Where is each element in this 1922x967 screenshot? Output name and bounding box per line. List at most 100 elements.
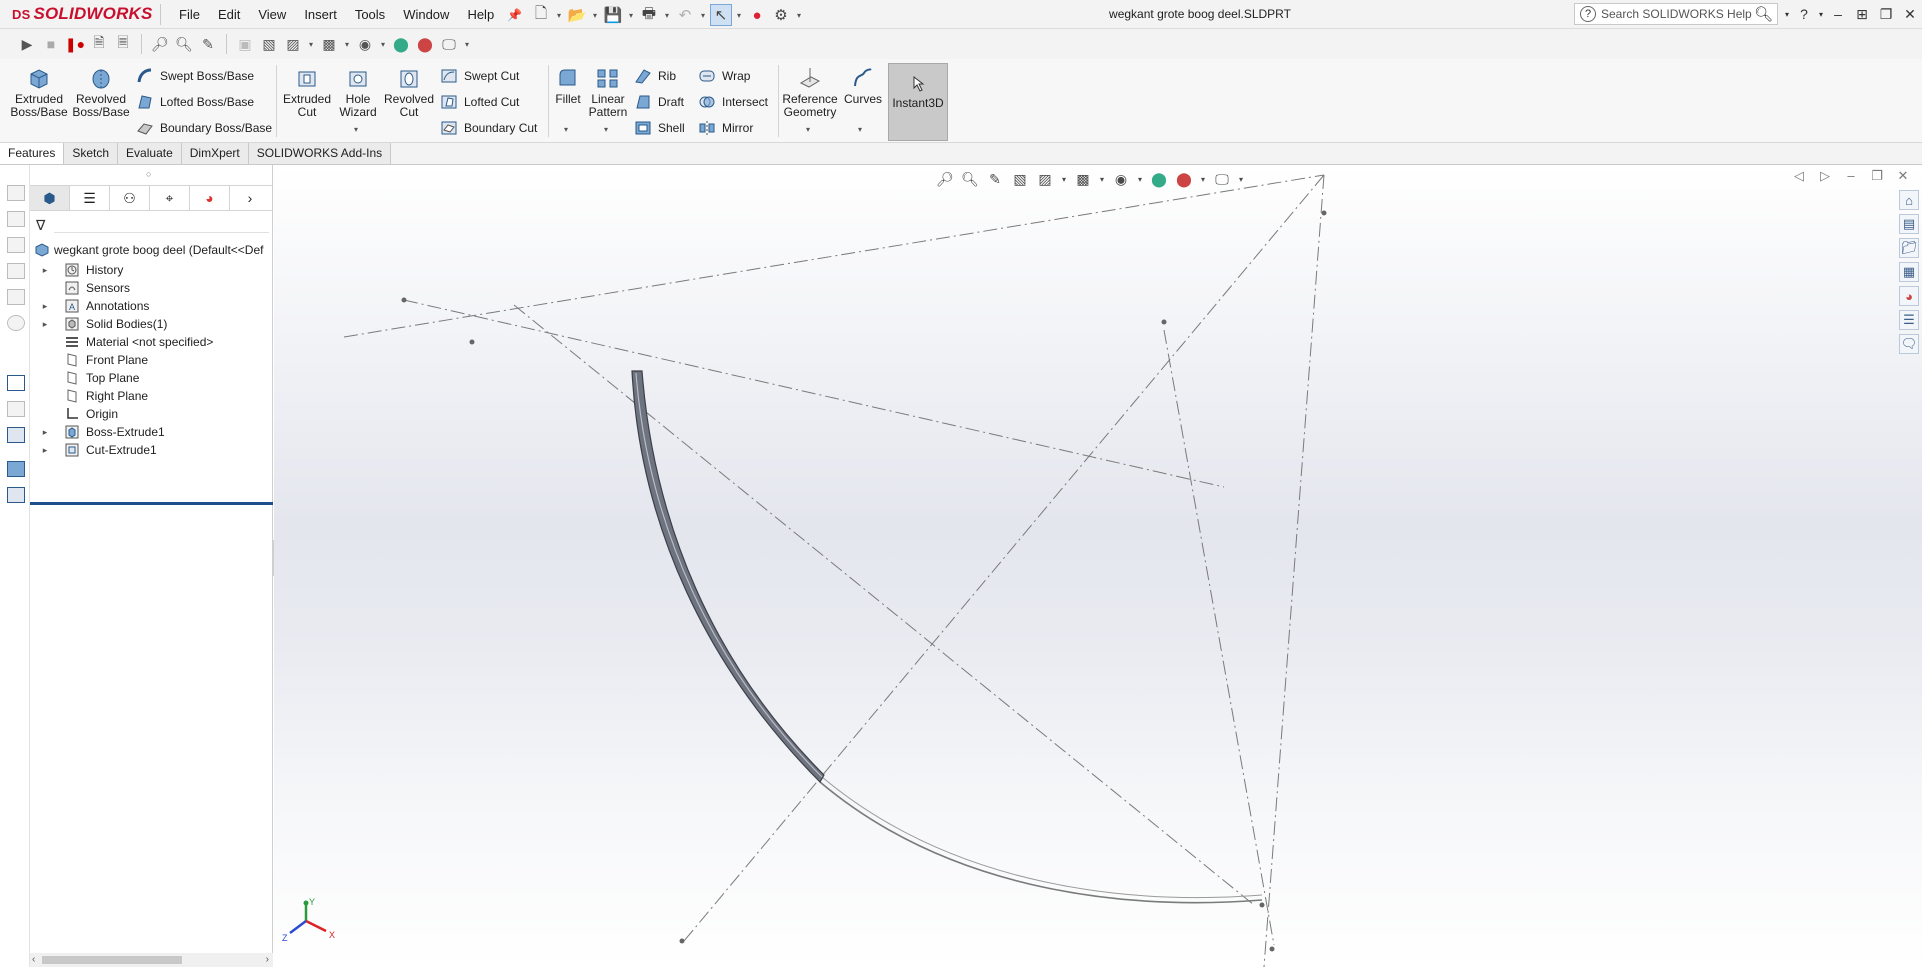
- new-document-icon[interactable]: 🗋: [530, 4, 552, 26]
- search-dropdown-icon[interactable]: ▾: [1782, 10, 1792, 19]
- display-style-dropdown-icon[interactable]: ▾: [1097, 169, 1107, 189]
- tree-item-cut-extrude1[interactable]: ▸ Cut-Extrude1: [38, 439, 157, 461]
- options-gear-icon[interactable]: ⚙: [770, 4, 792, 26]
- tree-root-part[interactable]: wegkant grote boog deel (Default<<Def: [34, 241, 263, 259]
- reference-geometry-button[interactable]: Reference Geometry: [782, 65, 838, 119]
- scroll-left-icon[interactable]: ‹: [32, 953, 35, 967]
- section-view-icon[interactable]: ▧: [1009, 169, 1031, 189]
- help-search-box[interactable]: ? Search SOLIDWORKS Help 🔍︎: [1574, 3, 1778, 25]
- scrollbar-thumb[interactable]: [42, 956, 182, 964]
- collapse-left-icon[interactable]: ◁: [1790, 168, 1808, 184]
- display-style-icon[interactable]: ▩: [318, 33, 340, 55]
- menu-file[interactable]: File: [170, 0, 209, 29]
- minimize-icon[interactable]: –: [1826, 6, 1850, 22]
- swept-boss-base-button[interactable]: Swept Boss/Base: [136, 66, 254, 86]
- view-orientation-dropdown-icon[interactable]: ▾: [306, 40, 316, 49]
- collapse-right-icon[interactable]: ▷: [1816, 168, 1834, 184]
- view-orientation-dropdown-icon[interactable]: ▾: [1059, 169, 1069, 189]
- previous-view-icon[interactable]: ✎: [984, 169, 1006, 189]
- solidworks-resources-icon[interactable]: ⌂: [1899, 190, 1919, 210]
- extruded-cut-button[interactable]: Extruded Cut: [280, 65, 334, 119]
- apply-scene-icon[interactable]: ⬤: [414, 33, 436, 55]
- rollback-bar[interactable]: [30, 502, 273, 505]
- menu-tools[interactable]: Tools: [346, 0, 394, 29]
- tab-features[interactable]: Features: [0, 143, 65, 164]
- display-manager-icon[interactable]: ◕: [190, 186, 230, 210]
- expand-arrow-icon[interactable]: ▸: [38, 319, 52, 330]
- feature-manager-tree-icon[interactable]: ⬢: [30, 186, 70, 210]
- viewport-close-icon[interactable]: ✕: [1894, 168, 1912, 184]
- boundary-boss-base-button[interactable]: Boundary Boss/Base: [136, 118, 272, 138]
- select-cursor-icon[interactable]: ↖: [710, 4, 732, 26]
- restore-icon[interactable]: ❐: [1874, 6, 1898, 23]
- reference-geometry-dropdown-icon[interactable]: ▾: [806, 125, 810, 134]
- custom-properties-icon[interactable]: ☰: [1899, 310, 1919, 330]
- expand-arrow-icon[interactable]: ▸: [38, 427, 52, 438]
- pause-record-icon[interactable]: ❚●: [64, 33, 86, 55]
- macro-edit-icon[interactable]: 🗎: [88, 33, 110, 55]
- new-dropdown-icon[interactable]: ▾: [554, 11, 564, 20]
- tab-dimxpert[interactable]: DimXpert: [181, 143, 249, 164]
- hole-wizard-button[interactable]: Hole Wizard: [334, 65, 382, 119]
- help-dropdown-icon[interactable]: ▾: [1816, 10, 1826, 19]
- configuration-manager-icon[interactable]: ⚇: [110, 186, 150, 210]
- macro-new-icon[interactable]: 🗏: [112, 33, 134, 55]
- tile-windows-icon[interactable]: ⊞: [1850, 6, 1874, 23]
- strip-curve-icon[interactable]: [7, 375, 25, 391]
- options-dropdown-icon[interactable]: ▾: [794, 11, 804, 20]
- strip-cube-cut-icon[interactable]: [7, 487, 25, 503]
- view-settings-icon[interactable]: 🖵: [1211, 169, 1233, 189]
- apply-scene-icon[interactable]: ⬤: [1173, 169, 1195, 189]
- strip-edit-icon[interactable]: [7, 401, 25, 417]
- revolved-cut-button[interactable]: Revolved Cut: [382, 65, 436, 119]
- tab-evaluate[interactable]: Evaluate: [118, 143, 182, 164]
- instant3d-button[interactable]: Instant3D: [888, 63, 948, 141]
- curves-dropdown-icon[interactable]: ▾: [858, 125, 862, 134]
- property-manager-icon[interactable]: ☰: [70, 186, 110, 210]
- strip-monitor-icon[interactable]: [7, 427, 25, 443]
- menu-help[interactable]: Help: [458, 0, 503, 29]
- swept-cut-button[interactable]: Swept Cut: [440, 66, 519, 86]
- hide-show-items-icon[interactable]: ◉: [354, 33, 376, 55]
- display-style-icon[interactable]: ▩: [1072, 169, 1094, 189]
- open-folder-icon[interactable]: 📂: [566, 4, 588, 26]
- hole-wizard-dropdown-icon[interactable]: ▾: [354, 125, 358, 134]
- menu-view[interactable]: View: [249, 0, 295, 29]
- section-view-icon[interactable]: ▣: [234, 33, 256, 55]
- view-settings-icon[interactable]: 🖵: [438, 33, 460, 55]
- edit-appearance-icon[interactable]: ⬤: [390, 33, 412, 55]
- viewport-minimize-icon[interactable]: –: [1842, 168, 1860, 184]
- extruded-boss-base-button[interactable]: Extruded Boss/Base: [10, 65, 68, 119]
- menu-edit[interactable]: Edit: [209, 0, 249, 29]
- rebuild-traffic-light-icon[interactable]: ●: [746, 4, 768, 26]
- search-icon[interactable]: 🔍︎: [1754, 5, 1773, 23]
- pin-menu-icon[interactable]: 📌: [507, 8, 522, 22]
- lofted-cut-button[interactable]: Lofted Cut: [440, 92, 519, 112]
- strip-sheet-icon[interactable]: [7, 289, 25, 305]
- help-menu-icon[interactable]: ?: [1792, 6, 1816, 22]
- revolved-boss-base-button[interactable]: Revolved Boss/Base: [72, 65, 130, 119]
- linear-pattern-button[interactable]: Linear Pattern: [588, 65, 628, 119]
- forum-icon[interactable]: 🗨︎: [1899, 334, 1919, 354]
- strip-part-icon[interactable]: [7, 185, 25, 201]
- expand-arrow-icon[interactable]: ▸: [38, 445, 52, 456]
- file-explorer-icon[interactable]: 📁︎: [1899, 238, 1919, 258]
- apply-scene-dropdown-icon[interactable]: ▾: [1198, 169, 1208, 189]
- display-style-dropdown-icon[interactable]: ▾: [342, 40, 352, 49]
- undo-dropdown-icon[interactable]: ▾: [698, 11, 708, 20]
- design-library-icon[interactable]: ▤: [1899, 214, 1919, 234]
- strip-layout-icon[interactable]: [7, 263, 25, 279]
- expand-arrow-icon[interactable]: ▸: [38, 301, 52, 312]
- filter-icon[interactable]: ∇: [36, 217, 45, 234]
- save-icon[interactable]: 💾: [602, 4, 624, 26]
- horizontal-scrollbar[interactable]: ‹ ›: [30, 953, 273, 967]
- zoom-to-area-icon[interactable]: 🔍︎: [959, 169, 981, 189]
- tab-solidworks-add-ins[interactable]: SOLIDWORKS Add-Ins: [248, 143, 392, 164]
- dimxpert-manager-icon[interactable]: ⌖: [150, 186, 190, 210]
- viewport-restore-icon[interactable]: ❐: [1868, 168, 1886, 184]
- select-dropdown-icon[interactable]: ▾: [734, 11, 744, 20]
- play-icon[interactable]: ▶: [16, 33, 38, 55]
- linear-pattern-dropdown-icon[interactable]: ▾: [604, 125, 608, 134]
- intersect-button[interactable]: Intersect: [698, 92, 768, 112]
- lofted-boss-base-button[interactable]: Lofted Boss/Base: [136, 92, 254, 112]
